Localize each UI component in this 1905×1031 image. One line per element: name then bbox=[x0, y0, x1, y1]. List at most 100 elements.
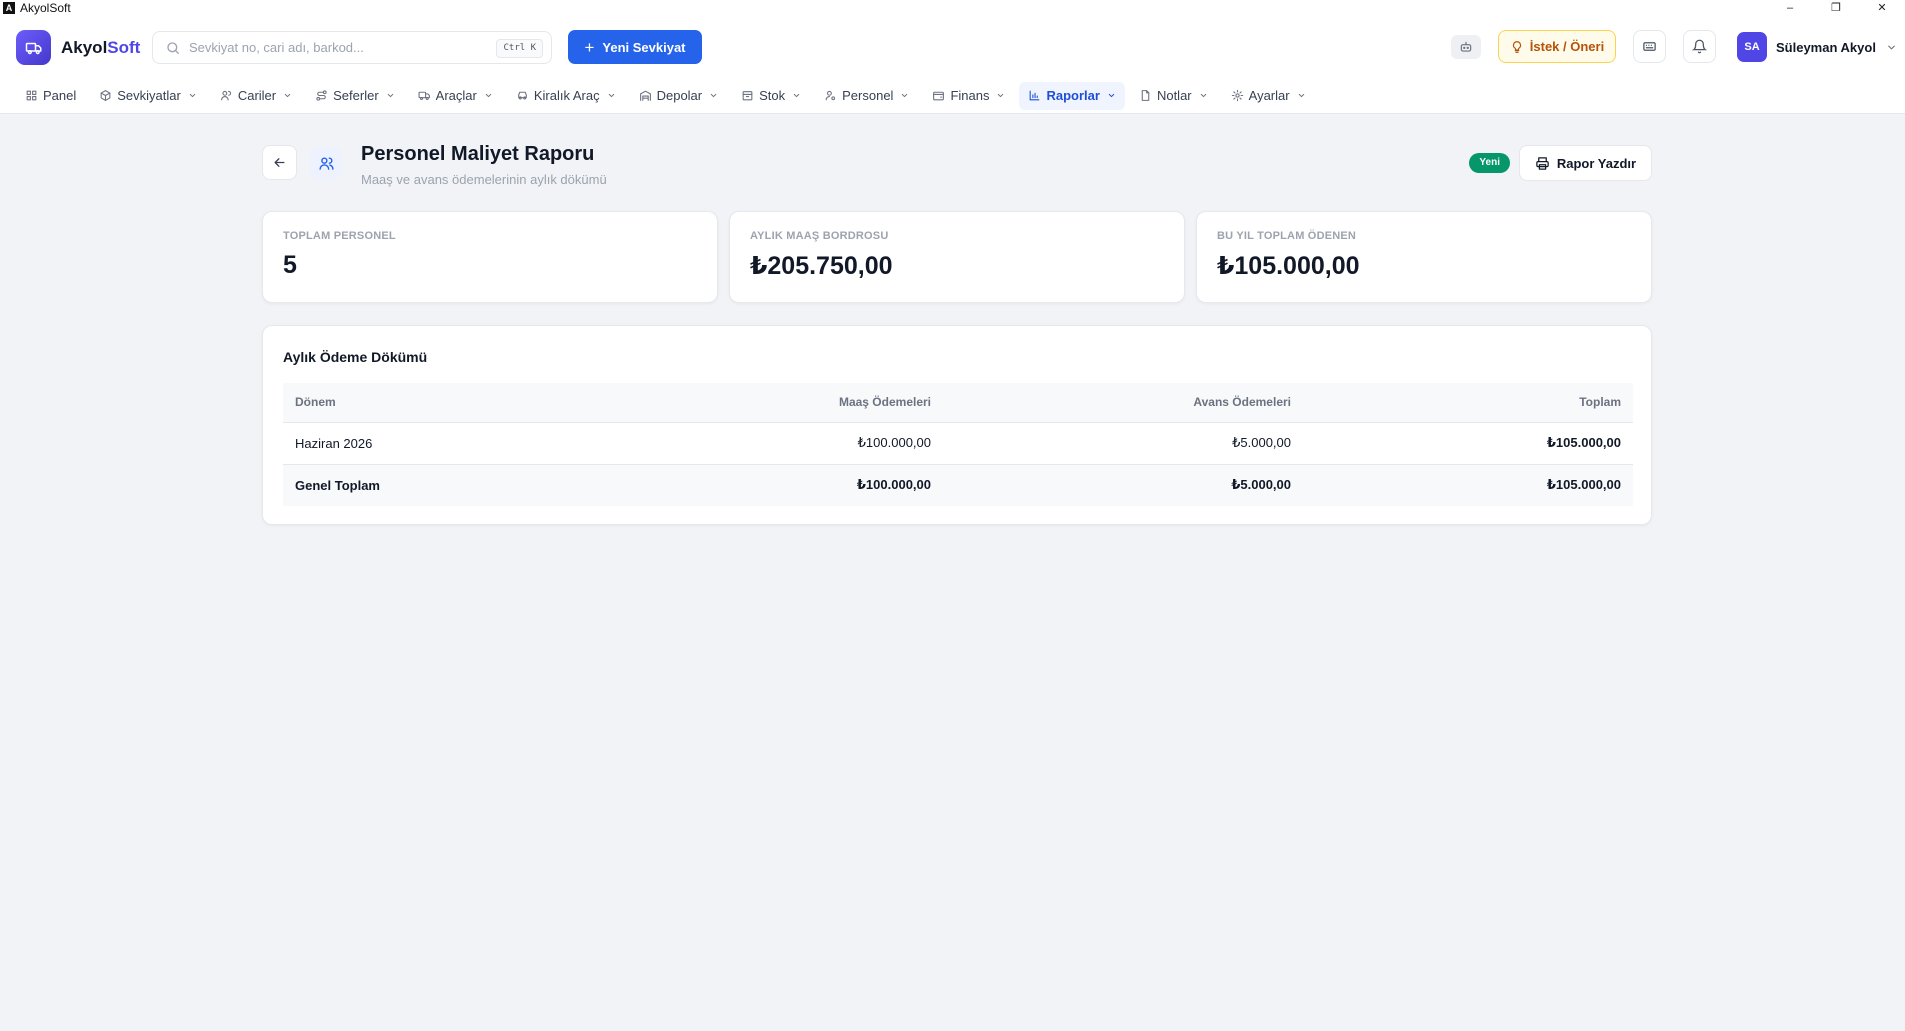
nav-item-araçlar[interactable]: Araçlar bbox=[409, 82, 502, 110]
chevron-down-icon bbox=[998, 93, 1004, 98]
table-title: Aylık Ödeme Dökümü bbox=[283, 349, 428, 365]
suggestion-label: İstek / Öneri bbox=[1529, 39, 1605, 54]
close-button[interactable]: ✕ bbox=[1859, 0, 1905, 15]
nav-item-cariler[interactable]: Cariler bbox=[211, 82, 301, 110]
users-icon bbox=[220, 90, 231, 101]
chevron-down-icon bbox=[793, 93, 800, 98]
app-logo-icon: A bbox=[3, 1, 15, 14]
route-icon bbox=[316, 90, 327, 101]
nav-item-notlar[interactable]: Notlar bbox=[1130, 82, 1217, 110]
page-header: Personel Maliyet Raporu Maaş ve avans öd… bbox=[262, 143, 1652, 191]
printer-icon bbox=[1536, 156, 1549, 170]
keyboard-shortcuts-button[interactable] bbox=[1633, 30, 1666, 63]
stat-label: Aylık Maaş Bordrosu bbox=[750, 230, 889, 242]
users-icon bbox=[310, 147, 342, 179]
nav-item-panel[interactable]: Panel bbox=[16, 82, 85, 110]
suggestion-button[interactable]: İstek / Öneri bbox=[1498, 30, 1616, 63]
gear-icon bbox=[1231, 89, 1243, 102]
nav-item-personel[interactable]: Personel bbox=[815, 82, 918, 110]
status-badge: Yeni bbox=[1469, 153, 1510, 173]
brand-name-secondary: Soft bbox=[107, 37, 141, 57]
chevron-down-icon bbox=[1298, 93, 1304, 98]
search-input[interactable] bbox=[189, 40, 489, 55]
window-title: AkyolSoft bbox=[20, 0, 71, 15]
avatar: SA bbox=[1737, 32, 1767, 62]
chevron-down-icon bbox=[1200, 93, 1206, 98]
plus-icon: + bbox=[584, 37, 595, 57]
stat-card-total-personnel: Toplam Personel 5 bbox=[262, 211, 718, 303]
column-header-period[interactable]: Dönem bbox=[283, 383, 583, 423]
column-header-total[interactable]: Toplam bbox=[1303, 383, 1633, 423]
file-icon bbox=[1141, 90, 1150, 101]
nav-item-label: Depolar bbox=[656, 88, 703, 103]
nav-item-kiralık-araç[interactable]: Kiralık Araç bbox=[507, 82, 625, 110]
brand[interactable]: AkyolSoft bbox=[16, 30, 140, 65]
monthly-payment-card: Aylık Ödeme Dökümü Dönem Maaş Ödemeleri … bbox=[262, 325, 1652, 525]
nav-item-depolar[interactable]: Depolar bbox=[630, 82, 728, 110]
monthly-payment-table: Dönem Maaş Ödemeleri Avans Ödemeleri Top… bbox=[283, 383, 1633, 506]
box-icon bbox=[742, 91, 753, 101]
nav-item-raporlar[interactable]: Raporlar bbox=[1019, 81, 1125, 110]
user-cog-icon bbox=[825, 90, 836, 101]
brand-name-primary: Akyol bbox=[61, 37, 108, 57]
bell-icon bbox=[1692, 39, 1707, 54]
cell-total: ₺105.000,00 bbox=[1303, 422, 1633, 465]
brand-name: AkyolSoft bbox=[61, 38, 140, 58]
stat-value: ₺205.750,00 bbox=[750, 252, 893, 280]
search-box[interactable]: Ctrl K bbox=[152, 31, 552, 64]
stat-value: ₺105.000,00 bbox=[1217, 252, 1360, 280]
search-icon bbox=[167, 41, 179, 54]
search-shortcut: Ctrl K bbox=[496, 39, 543, 58]
nav-item-label: Ayarlar bbox=[1248, 88, 1290, 103]
print-report-button[interactable]: Rapor Yazdır bbox=[1519, 145, 1652, 181]
nav-item-seferler[interactable]: Seferler bbox=[306, 82, 404, 110]
restore-button[interactable]: ❐ bbox=[1813, 0, 1859, 15]
cell-salary: ₺100.000,00 bbox=[583, 422, 943, 465]
cell-grand-total: ₺105.000,00 bbox=[1303, 464, 1633, 506]
nav-item-label: Kiralık Araç bbox=[533, 88, 600, 103]
table-total-row: Genel Toplam ₺100.000,00 ₺5.000,00 ₺105.… bbox=[283, 464, 1633, 506]
chevron-down-icon bbox=[710, 93, 717, 98]
notifications-button[interactable] bbox=[1683, 30, 1716, 63]
cell-total-advance: ₺5.000,00 bbox=[943, 464, 1303, 506]
robot-icon bbox=[1460, 41, 1472, 52]
nav-item-ayarlar[interactable]: Ayarlar bbox=[1222, 82, 1315, 110]
car-icon bbox=[518, 91, 527, 100]
bar-chart-icon bbox=[1030, 90, 1040, 101]
cell-total-label: Genel Toplam bbox=[283, 464, 583, 506]
nav-item-stok[interactable]: Stok bbox=[732, 82, 810, 110]
window-titlebar: A AkyolSoft – ❐ ✕ bbox=[0, 0, 1905, 15]
cell-period: Haziran 2026 bbox=[283, 422, 583, 465]
chevron-down-icon bbox=[902, 93, 908, 98]
chevron-down-icon bbox=[1108, 93, 1115, 98]
wallet-icon bbox=[933, 91, 945, 101]
chevron-down-icon bbox=[284, 93, 291, 98]
assistant-button[interactable] bbox=[1451, 35, 1481, 59]
stat-card-yearly-paid: Bu Yıl Toplam Ödenen ₺105.000,00 bbox=[1196, 211, 1652, 303]
truck-icon bbox=[418, 91, 430, 100]
column-header-salary[interactable]: Maaş Ödemeleri bbox=[583, 383, 943, 423]
main-nav: Panel Sevkiyatlar Cariler Seferler Araçlar Ki… bbox=[0, 78, 1905, 114]
user-menu[interactable]: SA Süleyman Akyol bbox=[1737, 31, 1897, 63]
stat-label: Toplam Personel bbox=[283, 230, 396, 242]
new-shipment-label: Yeni Sevkiyat bbox=[602, 39, 686, 55]
nav-item-sevkiyatlar[interactable]: Sevkiyatlar bbox=[90, 82, 206, 110]
column-header-advance[interactable]: Avans Ödemeleri bbox=[943, 383, 1303, 423]
page-title: Personel Maliyet Raporu bbox=[361, 143, 595, 165]
table-header-row: Dönem Maaş Ödemeleri Avans Ödemeleri Top… bbox=[283, 383, 1633, 423]
stat-label: Bu Yıl Toplam Ödenen bbox=[1217, 230, 1357, 242]
chevron-down-icon bbox=[608, 93, 614, 98]
minimize-button[interactable]: – bbox=[1767, 0, 1813, 15]
nav-item-label: Panel bbox=[43, 88, 77, 103]
table-row: Haziran 2026 ₺100.000,00 ₺5.000,00 ₺105.… bbox=[283, 422, 1633, 465]
nav-item-label: Cariler bbox=[237, 88, 277, 103]
nav-item-label: Notlar bbox=[1156, 88, 1192, 103]
app-header: AkyolSoft Ctrl K + Yeni Sevkiyat İstek /… bbox=[0, 15, 1905, 78]
back-button[interactable] bbox=[262, 145, 297, 180]
nav-item-finans[interactable]: Finans bbox=[923, 82, 1014, 110]
user-name: Süleyman Akyol bbox=[1776, 39, 1876, 55]
truck-logo-icon bbox=[16, 30, 51, 65]
new-shipment-button[interactable]: + Yeni Sevkiyat bbox=[568, 30, 702, 64]
stat-card-monthly-payroll: Aylık Maaş Bordrosu ₺205.750,00 bbox=[729, 211, 1185, 303]
page-subtitle: Maaş ve avans ödemelerinin aylık dökümü bbox=[361, 172, 607, 187]
